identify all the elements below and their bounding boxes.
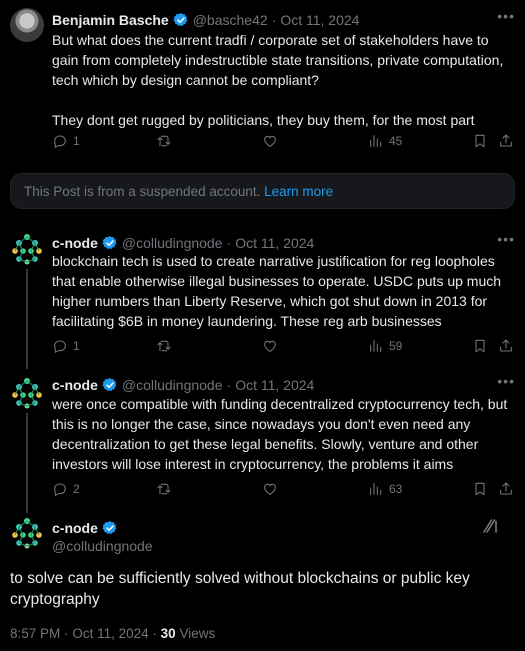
views-count: 59 bbox=[389, 339, 403, 353]
author-name[interactable]: c-node bbox=[52, 235, 98, 251]
tweet[interactable]: c-node @colludingnode · Oct 11, 2024 •••… bbox=[0, 369, 525, 513]
views-button[interactable]: 59 bbox=[368, 336, 402, 356]
suspended-text: This Post is from a suspended account. bbox=[24, 184, 261, 199]
share-button[interactable] bbox=[498, 131, 514, 151]
author-name[interactable]: Benjamin Basche bbox=[52, 12, 169, 28]
verified-badge-icon bbox=[102, 377, 118, 393]
views-icon bbox=[368, 481, 384, 497]
views-label: Views bbox=[179, 626, 216, 641]
verified-badge-icon bbox=[173, 12, 189, 28]
views-icon bbox=[368, 133, 384, 149]
bookmark-icon bbox=[472, 133, 488, 149]
bookmark-icon bbox=[472, 338, 488, 354]
author-name[interactable]: c-node bbox=[52, 377, 98, 393]
tweet-time[interactable]: 8:57 PM bbox=[10, 626, 60, 641]
reply-button[interactable]: 1 bbox=[52, 336, 80, 356]
share-icon bbox=[498, 133, 514, 149]
author-handle[interactable]: @basche42 bbox=[193, 12, 268, 28]
grok-icon[interactable] bbox=[481, 517, 499, 535]
focused-tweet-text: to solve can be sufficiently solved with… bbox=[10, 570, 470, 608]
repost-button[interactable] bbox=[156, 131, 172, 151]
avatar[interactable] bbox=[10, 8, 44, 42]
repost-icon bbox=[156, 338, 172, 354]
bookmark-button[interactable] bbox=[472, 479, 488, 499]
repost-icon bbox=[156, 481, 172, 497]
bookmark-button[interactable] bbox=[472, 131, 488, 151]
learn-more-link[interactable]: Learn more bbox=[264, 184, 333, 199]
share-icon bbox=[498, 481, 514, 497]
thread-line bbox=[26, 269, 28, 369]
author-handle[interactable]: @colludingnode bbox=[122, 377, 223, 393]
share-icon bbox=[498, 338, 514, 354]
separator: · bbox=[152, 626, 157, 641]
separator: · bbox=[64, 626, 69, 641]
tweet-text: But what does the current tradfi / corpo… bbox=[52, 32, 504, 128]
verified-badge-icon bbox=[102, 235, 118, 251]
reply-button[interactable]: 1 bbox=[52, 131, 80, 151]
like-icon bbox=[262, 338, 278, 354]
tweet[interactable]: Benjamin Basche @basche42 · Oct 11, 2024… bbox=[0, 0, 525, 160]
tweet-date[interactable]: Oct 11, 2024 bbox=[235, 235, 314, 251]
tweet[interactable]: c-node @colludingnode · Oct 11, 2024 •••… bbox=[0, 225, 525, 369]
author-handle[interactable]: @colludingnode bbox=[122, 235, 223, 251]
reply-icon bbox=[52, 481, 68, 497]
avatar[interactable] bbox=[10, 232, 44, 266]
reply-count: 1 bbox=[73, 339, 80, 353]
reply-icon bbox=[52, 133, 68, 149]
repost-button[interactable] bbox=[156, 336, 172, 356]
like-button[interactable] bbox=[262, 336, 278, 356]
tweet-text: blockchain tech is used to create narrat… bbox=[52, 253, 505, 329]
avatar[interactable] bbox=[10, 376, 44, 410]
tweet-date[interactable]: Oct 11, 2024 bbox=[235, 377, 314, 393]
bookmark-icon bbox=[472, 481, 488, 497]
avatar[interactable] bbox=[10, 516, 44, 550]
suspended-account-notice: This Post is from a suspended account. L… bbox=[10, 173, 515, 209]
like-button[interactable] bbox=[262, 131, 278, 151]
more-options-icon[interactable]: ••• bbox=[497, 373, 515, 389]
more-options-icon[interactable]: ••• bbox=[497, 8, 515, 24]
verified-badge-icon bbox=[102, 520, 118, 536]
separator: · bbox=[226, 377, 232, 393]
thread-line bbox=[26, 413, 28, 513]
tweet-text: were once compatible with funding decent… bbox=[52, 396, 512, 472]
action-bar: 2 63 bbox=[52, 479, 514, 499]
views-count: 45 bbox=[389, 134, 403, 148]
tweet-full-date[interactable]: Oct 11, 2024 bbox=[72, 626, 148, 641]
separator: · bbox=[226, 235, 232, 251]
bookmark-button[interactable] bbox=[472, 336, 488, 356]
share-button[interactable] bbox=[498, 336, 514, 356]
reply-count: 1 bbox=[73, 134, 80, 148]
views-button[interactable]: 63 bbox=[368, 479, 402, 499]
author-name[interactable]: c-node bbox=[52, 520, 98, 536]
reply-icon bbox=[52, 338, 68, 354]
like-button[interactable] bbox=[262, 479, 278, 499]
views-icon bbox=[368, 338, 384, 354]
share-button[interactable] bbox=[498, 479, 514, 499]
repost-button[interactable] bbox=[156, 479, 172, 499]
tweet-metadata: 8:57 PM · Oct 11, 2024 · 30 Views bbox=[10, 626, 215, 641]
tweet-date[interactable]: Oct 11, 2024 bbox=[280, 12, 359, 28]
views-count: 63 bbox=[389, 482, 403, 496]
like-icon bbox=[262, 481, 278, 497]
separator: · bbox=[271, 12, 277, 28]
more-options-icon[interactable]: ••• bbox=[497, 231, 515, 247]
reply-count: 2 bbox=[73, 482, 80, 496]
action-bar: 1 59 bbox=[52, 336, 514, 356]
reply-button[interactable]: 2 bbox=[52, 479, 80, 499]
repost-icon bbox=[156, 133, 172, 149]
views-button[interactable]: 45 bbox=[368, 131, 402, 151]
views-total: 30 bbox=[160, 626, 176, 641]
like-icon bbox=[262, 133, 278, 149]
author-handle[interactable]: @colludingnode bbox=[52, 538, 153, 554]
action-bar: 1 45 bbox=[52, 131, 514, 151]
